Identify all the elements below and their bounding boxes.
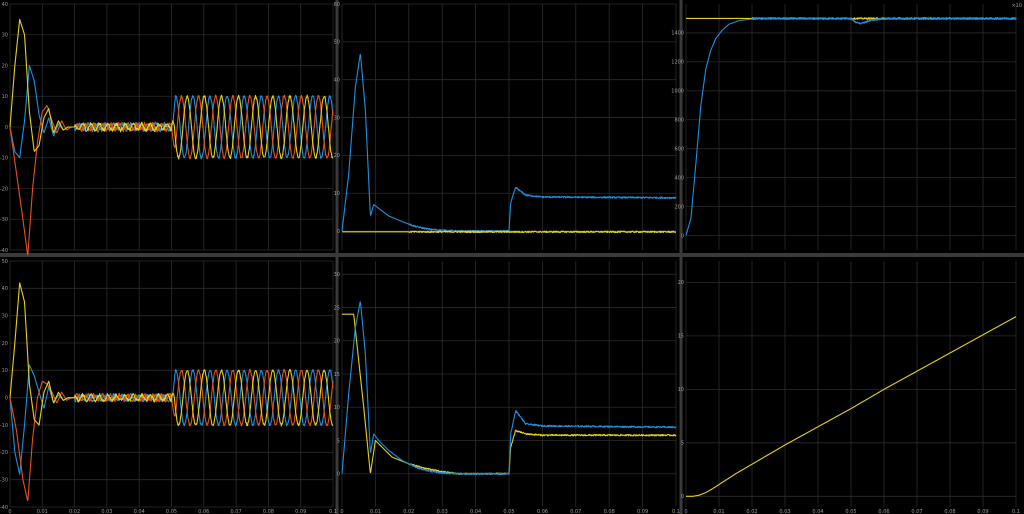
y-tick-label: 0 xyxy=(681,233,684,239)
y-tick-label: 0 xyxy=(681,494,684,500)
y-tick-label: 30 xyxy=(2,313,8,319)
y-tick-label: 1400 xyxy=(671,31,684,37)
x-tick-label: 0.1 xyxy=(672,509,680,514)
y-tick-label: -30 xyxy=(0,217,8,223)
y-tick-label: 20 xyxy=(2,63,8,69)
y-tick-label: 0 xyxy=(5,395,8,401)
y-tick-label: 0 xyxy=(337,229,340,235)
x-tick-label: 0.02 xyxy=(403,509,414,514)
x-tick-label: 0.1 xyxy=(1012,509,1020,514)
x-tick-label: 0.01 xyxy=(713,509,724,514)
y-tick-label: 20 xyxy=(2,341,8,347)
x-tick-label: 0.02 xyxy=(69,509,80,514)
y-tick-label: 10 xyxy=(2,368,8,374)
x-tick-label: 0.03 xyxy=(437,509,448,514)
x-tick-label: 0.04 xyxy=(134,509,145,514)
x-tick-label: 0.09 xyxy=(977,509,988,514)
y-tick-label: 25 xyxy=(334,305,340,311)
y-tick-label: 20 xyxy=(334,339,340,345)
y-tick-label: 10 xyxy=(678,387,684,393)
y-tick-label: 50 xyxy=(334,40,340,46)
x-tick-label: 0.01 xyxy=(37,509,48,514)
x-tick-label: 0.03 xyxy=(779,509,790,514)
y-tick-label: -40 xyxy=(0,248,8,254)
y-tick-label: 40 xyxy=(2,2,8,8)
y-tick-label: 30 xyxy=(334,272,340,278)
y-tick-label: 10 xyxy=(2,94,8,100)
x-tick-label: 0.05 xyxy=(166,509,177,514)
x-tick-label: 0 xyxy=(340,509,343,514)
x-tick-label: 0.06 xyxy=(537,509,548,514)
x-tick-label: 0.04 xyxy=(812,509,823,514)
x-tick-label: 0 xyxy=(684,509,687,514)
x-tick-label: 0.08 xyxy=(604,509,615,514)
y-tick-label: 10 xyxy=(334,405,340,411)
y-tick-label: 50 xyxy=(2,259,8,265)
y-tick-label: -10 xyxy=(0,156,8,162)
x-tick-label: 0.08 xyxy=(263,509,274,514)
y-tick-label: -20 xyxy=(0,186,8,192)
y-tick-label: -30 xyxy=(0,477,8,483)
y-tick-label: 600 xyxy=(674,147,684,153)
x-tick-label: 0.06 xyxy=(198,509,209,514)
y-tick-label: 15 xyxy=(678,334,684,340)
x-tick-label: 0.02 xyxy=(746,509,757,514)
y-tick-label: 15 xyxy=(334,372,340,378)
y-tick-label: 40 xyxy=(2,286,8,292)
x-tick-label: 0.08 xyxy=(944,509,955,514)
y-tick-label: 30 xyxy=(2,33,8,39)
y-tick-label: 20 xyxy=(678,280,684,286)
x-tick-label: 0.03 xyxy=(101,509,112,514)
y-tick-label: 0 xyxy=(337,472,340,478)
x-tick-label: 0.01 xyxy=(370,509,381,514)
x-tick-label: 0.05 xyxy=(503,509,514,514)
y-tick-label: 40 xyxy=(334,77,340,83)
y-tick-label: -40 xyxy=(0,505,8,511)
x-tick-label: 0.09 xyxy=(295,509,306,514)
y-tick-label: 1200 xyxy=(671,60,684,66)
x-tick-label: 0 xyxy=(8,509,11,514)
y-tick-label: 400 xyxy=(674,175,684,181)
y-tick-label: -10 xyxy=(0,423,8,429)
x-tick-label: 0.06 xyxy=(878,509,889,514)
y-tick-label: -20 xyxy=(0,450,8,456)
x-tick-label: 0.07 xyxy=(911,509,922,514)
x-tick-label: 0.05 xyxy=(845,509,856,514)
x-tick-label: 0.07 xyxy=(570,509,581,514)
y-tick-label: 800 xyxy=(674,118,684,124)
x-tick-label: 0.04 xyxy=(470,509,481,514)
y-tick-label: 20 xyxy=(334,153,340,159)
y-tick-label: 0 xyxy=(5,125,8,131)
axis-exponent-label: ×10 xyxy=(1011,3,1022,9)
x-tick-label: 0.1 xyxy=(329,509,337,514)
x-tick-label: 0.07 xyxy=(231,509,242,514)
y-tick-label: 5 xyxy=(681,441,684,447)
y-tick-label: 30 xyxy=(334,115,340,121)
y-tick-label: 10 xyxy=(334,191,340,197)
y-tick-label: 60 xyxy=(334,2,340,8)
x-tick-label: 0.09 xyxy=(637,509,648,514)
scope-window: -40-30-20-100102030400102030405060020040… xyxy=(0,0,1024,514)
y-tick-label: 1000 xyxy=(671,89,684,95)
y-tick-label: 200 xyxy=(674,204,684,210)
y-tick-label: 5 xyxy=(337,438,340,444)
